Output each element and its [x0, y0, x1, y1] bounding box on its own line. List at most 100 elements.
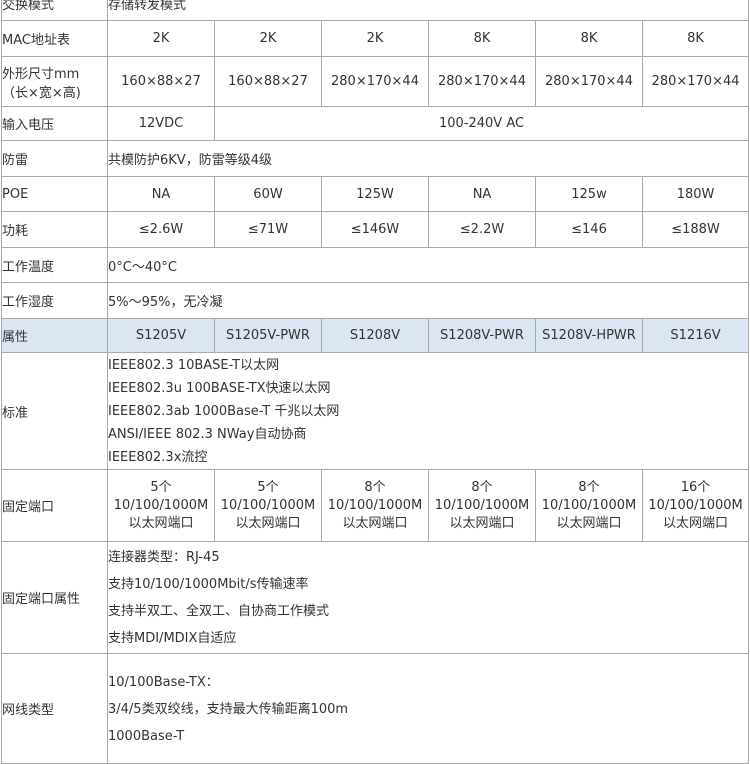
model-cell: S1208V [321, 318, 429, 353]
row-size: 外形尺寸mm （长×宽×高) 160×88×27 160×88×27 280×1… [1, 56, 750, 107]
model-cell: S1205V [107, 318, 215, 353]
row-label: 固定端口 [1, 469, 108, 542]
cell: NA [428, 176, 536, 212]
cell: 8K [428, 20, 536, 57]
port-speed: 10/100/1000M [113, 497, 209, 513]
port-type: 以太网端口 [128, 515, 194, 531]
row-label: 工作湿度 [1, 282, 108, 319]
cell: 160×88×27 [214, 56, 322, 107]
port-count: 5个 [257, 479, 279, 495]
cell: 8K [641, 20, 750, 57]
port-cell: 5个 10/100/1000M 以太网端口 [107, 469, 215, 542]
cell: 280×170×44 [321, 56, 429, 107]
standard-line: IEEE802.3 10BASE-T以太网 [108, 357, 280, 373]
cell: 280×170×44 [428, 56, 536, 107]
standard-line: IEEE802.3u 100BASE-TX快速以太网 [108, 380, 331, 396]
cell: 125W [321, 176, 429, 212]
row-value: 存储转发模式 [106, 0, 750, 21]
port-speed: 10/100/1000M [648, 497, 743, 513]
port-attr-list: 连接器类型：RJ-45 支持10/100/1000Mbit/s传输速率 支持半双… [106, 541, 750, 654]
cell: 8K [535, 20, 643, 57]
row-label: 交换模式 [1, 0, 108, 21]
row-label: 输入电压 [1, 106, 108, 141]
row-label: POE [1, 176, 108, 212]
cell: 2K [214, 20, 322, 57]
cell: 180W [641, 176, 750, 212]
row-voltage: 输入电压 12VDC 100-240V AC [1, 106, 750, 141]
port-cell: 8个 10/100/1000M 以太网端口 [428, 469, 536, 542]
row-poe: POE NA 60W 125W NA 125w 180W [1, 176, 750, 212]
port-count: 8个 [471, 479, 493, 495]
cell: 100-240V AC [213, 106, 750, 141]
cell: 2K [321, 20, 429, 57]
port-type: 以太网端口 [342, 515, 408, 531]
row-cable-type: 网线类型 10/100Base-TX： 3/4/5类双绞线，支持最大传输距离10… [1, 653, 750, 764]
cable-list: 10/100Base-TX： 3/4/5类双绞线，支持最大传输距离100m 10… [106, 653, 750, 764]
model-cell: S1216V [641, 318, 750, 353]
cell: 280×170×44 [641, 56, 750, 107]
cell: ≤2.6W [107, 211, 215, 248]
port-speed: 10/100/1000M [327, 497, 423, 513]
port-speed: 10/100/1000M [220, 497, 316, 513]
model-cell: S1208V-PWR [428, 318, 536, 353]
cell: 125w [535, 176, 643, 212]
row-exchange-mode: 交换模式 存储转发模式 [1, 0, 750, 21]
port-cell: 5个 10/100/1000M 以太网端口 [214, 469, 322, 542]
standard-list: IEEE802.3 10BASE-T以太网 IEEE802.3u 100BASE… [106, 352, 750, 470]
port-attr-line: 支持半双工、全双工、自协商工作模式 [108, 603, 330, 619]
row-power: 功耗 ≤2.6W ≤71W ≤146W ≤2.2W ≤146 ≤188W [1, 211, 750, 248]
row-label: 属性 [1, 318, 108, 353]
cell: 160×88×27 [107, 56, 215, 107]
cell: ≤146 [535, 211, 643, 248]
row-standard: 标准 IEEE802.3 10BASE-T以太网 IEEE802.3u 100B… [1, 352, 750, 470]
row-value: 0°C～40°C [106, 247, 750, 283]
standard-line: IEEE802.3x流控 [108, 449, 208, 465]
row-label: MAC地址表 [1, 20, 108, 57]
row-attribute: 属性 S1205V S1205V-PWR S1208V S1208V-PWR S… [1, 318, 750, 353]
model-cell: S1208V-HPWR [535, 318, 643, 353]
row-temperature: 工作温度 0°C～40°C [1, 247, 750, 283]
row-fixed-ports: 固定端口 5个 10/100/1000M 以太网端口 5个 10/100/100… [1, 469, 750, 542]
port-speed: 10/100/1000M [541, 497, 637, 513]
row-humidity: 工作湿度 5%～95%，无冷凝 [1, 282, 750, 319]
port-type: 以太网端口 [449, 515, 515, 531]
standard-line: ANSI/IEEE 802.3 NWay自动协商 [108, 426, 307, 442]
port-attr-line: 支持MDI/MDIX自适应 [108, 630, 237, 646]
standard-line: IEEE802.3ab 1000Base-T 千兆以太网 [108, 403, 340, 419]
cell: 12VDC [107, 106, 215, 141]
cell: ≤146W [321, 211, 429, 248]
row-label: 功耗 [1, 211, 108, 248]
row-label: 防雷 [1, 140, 108, 177]
row-value: 共模防护6KV，防雷等级4级 [106, 140, 750, 177]
port-count: 8个 [578, 479, 600, 495]
label-line: （长×宽×高) [2, 85, 81, 101]
port-count: 8个 [364, 479, 386, 495]
port-cell: 8个 10/100/1000M 以太网端口 [535, 469, 643, 542]
row-port-attributes: 固定端口属性 连接器类型：RJ-45 支持10/100/1000Mbit/s传输… [1, 541, 750, 654]
cable-line: 1000Base-T [108, 729, 185, 744]
port-speed: 10/100/1000M [434, 497, 530, 513]
label-line: 外形尺寸mm [2, 66, 80, 82]
model-cell: S1205V-PWR [214, 318, 322, 353]
port-count: 16个 [680, 479, 711, 495]
spec-table: 交换模式 存储转发模式 MAC地址表 2K 2K 2K 8K 8K 8K 外形尺… [1, 0, 750, 764]
cell: ≤71W [214, 211, 322, 248]
port-attr-line: 连接器类型：RJ-45 [108, 549, 220, 565]
port-type: 以太网端口 [556, 515, 622, 531]
cable-line: 10/100Base-TX： [108, 675, 219, 690]
port-cell: 8个 10/100/1000M 以太网端口 [321, 469, 429, 542]
cell: 280×170×44 [535, 56, 643, 107]
port-count: 5个 [150, 479, 172, 495]
port-type: 以太网端口 [235, 515, 301, 531]
port-cell: 16个 10/100/1000M 以太网端口 [641, 469, 750, 542]
port-attr-line: 支持10/100/1000Mbit/s传输速率 [108, 576, 309, 592]
cell: ≤188W [641, 211, 750, 248]
port-type: 以太网端口 [663, 515, 729, 531]
row-label: 标准 [1, 352, 108, 470]
row-label: 网线类型 [1, 653, 108, 764]
cell: 2K [107, 20, 215, 57]
cell: 60W [214, 176, 322, 212]
row-value: 5%～95%，无冷凝 [106, 282, 750, 319]
cell: ≤2.2W [428, 211, 536, 248]
row-mac: MAC地址表 2K 2K 2K 8K 8K 8K [1, 20, 750, 57]
